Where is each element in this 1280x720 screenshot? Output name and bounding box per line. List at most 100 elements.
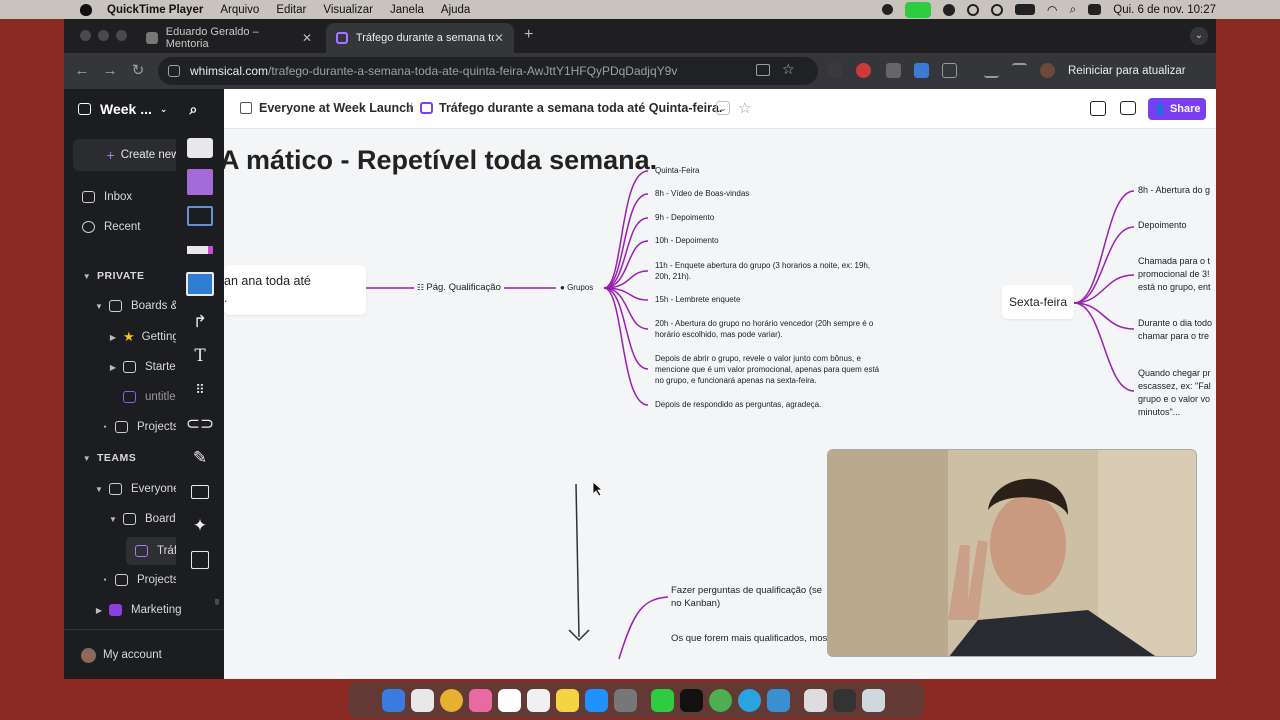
menu-ajuda[interactable]: Ajuda bbox=[441, 4, 470, 16]
puzzle-extension-icon[interactable] bbox=[942, 63, 957, 78]
whatsapp-icon[interactable] bbox=[651, 688, 674, 712]
branch-agradeca[interactable]: Depois de respondido as perguntas, agrad… bbox=[655, 400, 821, 409]
menubar-clock[interactable]: Qui. 6 de nov. 10:27 bbox=[1113, 4, 1216, 16]
play-icon[interactable] bbox=[991, 3, 1004, 16]
forward-icon[interactable]: → bbox=[100, 61, 120, 81]
sexta-branch-8h[interactable]: 8h - Abertura do g bbox=[1138, 185, 1210, 195]
notes-icon[interactable] bbox=[556, 688, 579, 712]
root-card[interactable]: an ana toda até . bbox=[224, 265, 366, 315]
app-store-icon[interactable] bbox=[585, 688, 608, 712]
node-pag-qualificacao[interactable]: ☷ Pág. Qualificação bbox=[417, 282, 501, 293]
node-grupos[interactable]: ● Grupos bbox=[560, 283, 593, 292]
template-icon[interactable] bbox=[185, 547, 215, 573]
window-minimize-button[interactable] bbox=[98, 30, 109, 41]
close-icon[interactable]: ✕ bbox=[302, 31, 312, 45]
section-icon[interactable] bbox=[185, 479, 215, 505]
bookmark-star-icon[interactable]: ☆ bbox=[782, 61, 795, 78]
my-account-button[interactable]: My account bbox=[64, 642, 224, 668]
tab-trafego[interactable]: Tráfego durante a semana toc ✕ bbox=[326, 23, 514, 53]
page-title[interactable]: Tráfego durante a semana toda até Quinta… bbox=[439, 101, 722, 115]
chevron-down-icon[interactable]: ⌄ bbox=[716, 101, 730, 115]
address-bar[interactable]: whimsical.com/trafego-durante-a-semana-t… bbox=[158, 57, 818, 85]
menu-visualizar[interactable]: Visualizar bbox=[323, 4, 373, 16]
branch-9h[interactable]: 9h - Depoimento bbox=[655, 213, 714, 222]
ai-sparkle-icon[interactable]: ✦ bbox=[185, 513, 215, 539]
site-info-icon[interactable] bbox=[168, 65, 180, 77]
comment-icon[interactable] bbox=[1120, 101, 1136, 115]
grid-icon[interactable]: ⠿ bbox=[185, 377, 215, 403]
menu-app-name[interactable]: QuickTime Player bbox=[107, 4, 203, 16]
telegram-icon[interactable] bbox=[943, 3, 956, 16]
stop-record-icon[interactable] bbox=[882, 4, 894, 15]
control-center-icon[interactable] bbox=[1088, 4, 1102, 15]
trash-icon[interactable] bbox=[862, 688, 885, 712]
branch-depois-abrir[interactable]: Depois de abrir o grupo, revele o valor … bbox=[655, 353, 880, 386]
install-app-icon[interactable] bbox=[756, 64, 770, 76]
window-thumbnail-icon[interactable] bbox=[833, 688, 856, 712]
window-zoom-button[interactable] bbox=[116, 30, 127, 41]
sexta-branch-escassez[interactable]: Quando chegar pr escassez, ex: "Fal grup… bbox=[1138, 367, 1216, 419]
calendar-icon[interactable] bbox=[498, 688, 521, 712]
node-perguntas-qualificacao[interactable]: Fazer perguntas de qualificação (se no K… bbox=[671, 584, 831, 610]
profile-avatar[interactable] bbox=[1040, 63, 1055, 78]
star-icon[interactable]: ☆ bbox=[738, 99, 751, 117]
node-sexta-feira[interactable]: Sexta-feira bbox=[1002, 285, 1074, 319]
reminders-icon[interactable] bbox=[527, 688, 550, 712]
window-close-button[interactable] bbox=[80, 30, 91, 41]
tab-search-icon[interactable]: ⌄ bbox=[1190, 27, 1208, 45]
sidebar-item-marketing[interactable]: ▶ Marketing bbox=[64, 597, 224, 623]
download-icon[interactable] bbox=[984, 63, 999, 78]
relaunch-button[interactable]: Reiniciar para atualizar bbox=[1062, 58, 1212, 84]
branch-quinta-feira[interactable]: Quinta-Feira bbox=[655, 166, 699, 175]
window-thumbnail-icon[interactable] bbox=[804, 688, 827, 712]
finder-icon[interactable] bbox=[382, 688, 405, 712]
doc-icon[interactable] bbox=[185, 271, 215, 297]
search-icon[interactable]: ⌕ bbox=[1070, 2, 1077, 17]
text-icon[interactable]: T bbox=[185, 343, 215, 369]
new-tab-button[interactable]: + bbox=[524, 26, 533, 44]
breadcrumb-space[interactable]: Everyone at Week Launch bbox=[259, 101, 414, 115]
branch-15h[interactable]: 15h - Lembrete enquete bbox=[655, 295, 740, 304]
apple-icon[interactable] bbox=[80, 3, 92, 16]
settings-icon[interactable] bbox=[614, 688, 637, 712]
connector-icon[interactable]: ↱ bbox=[185, 309, 215, 335]
branch-8h[interactable]: 8h - Vídeo de Boas-vindas bbox=[655, 189, 749, 198]
node-mais-qualificados[interactable]: Os que forem mais qualificados, mostre a bbox=[671, 633, 846, 644]
media-icon[interactable] bbox=[1012, 63, 1027, 78]
battery-icon[interactable] bbox=[1015, 4, 1036, 15]
launchpad-icon[interactable] bbox=[411, 688, 434, 712]
branch-10h[interactable]: 10h - Depoimento bbox=[655, 236, 719, 245]
branch-20h[interactable]: 20h - Abertura do grupo no horário vence… bbox=[655, 318, 879, 340]
present-icon[interactable] bbox=[1090, 101, 1106, 116]
maps-icon[interactable] bbox=[709, 688, 732, 712]
pen-icon[interactable]: ✎ bbox=[185, 445, 215, 471]
menu-editar[interactable]: Editar bbox=[276, 4, 306, 16]
webcam-overlay[interactable] bbox=[827, 449, 1197, 657]
branch-11h[interactable]: 11h - Enquete abertura do grupo (3 horar… bbox=[655, 260, 877, 282]
chrome-icon[interactable] bbox=[440, 688, 463, 712]
menu-arquivo[interactable]: Arquivo bbox=[220, 4, 259, 16]
sexta-branch-durante[interactable]: Durante o dia todo chamar para o tre bbox=[1138, 317, 1216, 343]
photos-icon[interactable] bbox=[469, 688, 492, 712]
wireframe-icon[interactable] bbox=[185, 203, 215, 229]
workspace-switcher[interactable]: Week ... ⌄ ⌕ bbox=[64, 96, 224, 122]
shield-extension-icon[interactable] bbox=[886, 63, 901, 78]
mindmap-icon[interactable] bbox=[185, 237, 215, 263]
menu-janela[interactable]: Janela bbox=[390, 4, 424, 16]
sexta-branch-chamada[interactable]: Chamada para o t promocional de 3! está … bbox=[1138, 255, 1216, 294]
sexta-branch-depoimento[interactable]: Depoimento bbox=[1138, 220, 1187, 230]
link-icon[interactable]: ⊂⊃ bbox=[185, 411, 215, 437]
pencil-extension-icon[interactable] bbox=[828, 63, 843, 78]
telegram-icon[interactable] bbox=[738, 688, 761, 712]
quicktime-icon[interactable] bbox=[767, 688, 790, 712]
wifi-icon[interactable]: ◠ bbox=[1047, 3, 1057, 17]
back-icon[interactable]: ← bbox=[72, 61, 92, 81]
close-icon[interactable]: ✕ bbox=[494, 31, 504, 45]
reload-icon[interactable]: ↻ bbox=[128, 61, 148, 81]
profile-extension-icon[interactable] bbox=[914, 63, 929, 78]
sidebar-toggle-icon[interactable] bbox=[78, 103, 91, 115]
tab-mentoria[interactable]: Eduardo Geraldo – Mentoria ✕ bbox=[136, 23, 322, 53]
search-icon[interactable]: ⌕ bbox=[189, 101, 197, 118]
vpn-icon[interactable] bbox=[967, 3, 980, 16]
sticky-card-icon[interactable] bbox=[185, 135, 215, 161]
